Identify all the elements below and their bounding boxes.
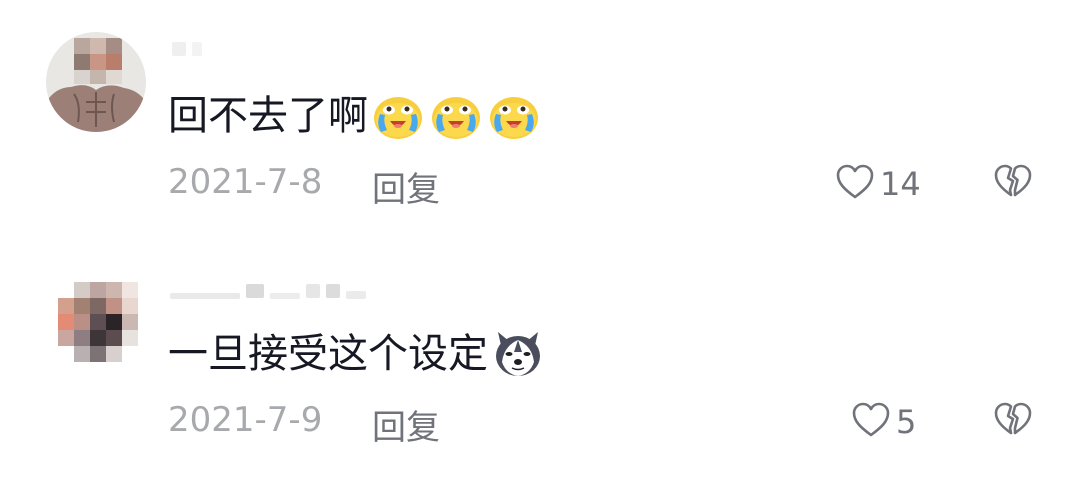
comment-date: 2021-7-8 <box>168 162 323 202</box>
like-button[interactable]: 5 <box>852 402 916 442</box>
like-button[interactable]: 14 <box>836 164 921 204</box>
crying-laughing-emoji-icon <box>430 90 482 142</box>
avatar[interactable] <box>46 32 146 132</box>
broken-heart-icon <box>994 402 1032 442</box>
heart-outline-icon <box>836 164 874 204</box>
heart-outline-icon <box>852 402 890 442</box>
avatar[interactable] <box>46 274 146 374</box>
dislike-button[interactable] <box>994 164 1032 204</box>
comment-text-content: 一旦接受这个设定 <box>168 331 488 377</box>
comment-text: 一旦接受这个设定 <box>168 328 544 380</box>
comment-item: 回不去了啊 2021-7-8 回复 14 <box>0 0 1080 240</box>
username[interactable] <box>170 282 372 300</box>
dislike-button[interactable] <box>994 402 1032 442</box>
like-count: 14 <box>880 165 921 203</box>
comment-text: 回不去了啊 <box>168 90 540 142</box>
like-count: 5 <box>896 403 917 441</box>
comment-item: 一旦接受这个设定 2021-7-9 回复 5 <box>0 240 1080 484</box>
crying-laughing-emoji-icon <box>488 90 540 142</box>
reply-button[interactable]: 回复 <box>372 400 440 449</box>
comment-text-content: 回不去了啊 <box>168 93 368 139</box>
reply-button[interactable]: 回复 <box>372 162 440 211</box>
crying-laughing-emoji-icon <box>372 90 424 142</box>
comment-date: 2021-7-9 <box>168 400 323 440</box>
username[interactable] <box>172 40 208 58</box>
broken-heart-icon <box>994 164 1032 204</box>
husky-dog-emoji-icon <box>492 328 544 380</box>
